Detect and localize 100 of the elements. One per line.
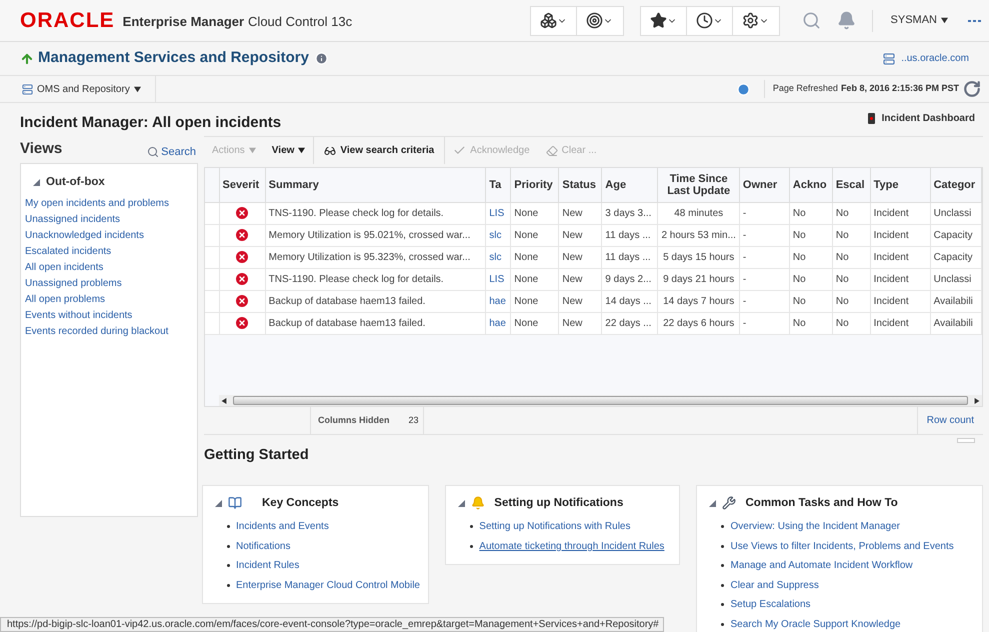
- view-link[interactable]: Events recorded during blackout: [25, 324, 168, 340]
- table-cell: No: [832, 290, 870, 312]
- help-link[interactable]: Clear and Suppress: [730, 578, 819, 593]
- view-link[interactable]: All open problems: [25, 292, 106, 308]
- column-header[interactable]: Escal: [832, 168, 870, 202]
- help-link[interactable]: Use Views to filter Incidents, Problems and Events: [730, 538, 954, 554]
- eraser-icon: [546, 144, 558, 156]
- table-cell: Incident: [870, 268, 930, 290]
- table-cell: None: [510, 312, 559, 334]
- table-cell: Incident: [870, 202, 930, 224]
- target-link[interactable]: LIS: [486, 268, 511, 290]
- search-button[interactable]: [802, 11, 821, 30]
- column-header[interactable]: Age: [602, 168, 658, 202]
- table-cell: No: [789, 268, 832, 290]
- user-menu[interactable]: SYSMAN: [890, 12, 948, 29]
- views-search-link[interactable]: Search: [147, 144, 196, 160]
- view-link[interactable]: Unassigned problems: [25, 276, 122, 292]
- book-icon: [228, 496, 242, 510]
- views-group-title: Out-of-box: [46, 175, 105, 190]
- collapse-icon: [709, 500, 716, 507]
- table-cell: 2 hours 53 min...: [658, 224, 740, 246]
- column-header[interactable]: Type: [870, 168, 930, 202]
- table-cell: No: [789, 312, 832, 334]
- target-icon: [586, 12, 604, 29]
- getting-started-title: Getting Started: [204, 446, 310, 465]
- help-link[interactable]: Incident Rules: [236, 558, 300, 574]
- caret-icon: [298, 147, 306, 154]
- table-cell: No: [832, 312, 870, 334]
- notifications-button[interactable]: [836, 11, 856, 30]
- bullet-icon: [227, 525, 230, 528]
- help-link[interactable]: Manage and Automate Incident Workflow: [730, 558, 913, 574]
- help-link[interactable]: Notifications: [236, 538, 290, 554]
- dashboard-link[interactable]: Incident Dashboard: [882, 111, 975, 126]
- column-header[interactable]: Time Since Last Update: [658, 168, 740, 202]
- column-header[interactable]: Status: [558, 168, 602, 202]
- scroll-right-icon: [974, 398, 980, 404]
- table-cell: 11 days ...: [602, 246, 658, 268]
- column-header[interactable]: Summary: [265, 168, 486, 202]
- table-cell: -: [739, 246, 790, 268]
- table-cell: -: [739, 202, 790, 224]
- target-link[interactable]: slc: [486, 224, 511, 246]
- view-link[interactable]: My open incidents and problems: [25, 196, 169, 212]
- row-count-link[interactable]: Row count: [926, 413, 974, 428]
- column-header[interactable]: Severit: [219, 168, 266, 202]
- scroll-left-icon: [221, 398, 227, 404]
- column-header[interactable]: Categor: [930, 168, 982, 202]
- table-cell: Incident: [870, 224, 930, 246]
- help-link[interactable]: Setting up Notifications with Rules: [479, 519, 630, 534]
- table-cell: Unclassi: [930, 268, 982, 290]
- view-link[interactable]: Escalated incidents: [25, 244, 112, 260]
- table-cell: 14 days 7 hours: [658, 290, 740, 312]
- horizontal-scrollbar[interactable]: [219, 395, 982, 406]
- help-link[interactable]: Enterprise Manager Cloud Control Mobile: [236, 578, 420, 593]
- target-link[interactable]: LIS: [486, 202, 511, 224]
- column-header[interactable]: Owner: [739, 168, 790, 202]
- toolbar-button[interactable]: View: [264, 137, 314, 164]
- table-cell: Unclassi: [930, 202, 982, 224]
- view-link[interactable]: Events without incidents: [25, 308, 132, 324]
- table-cell: Incident: [870, 246, 930, 268]
- view-link[interactable]: All open incidents: [25, 260, 104, 276]
- toolbar-button[interactable]: View search criteria: [313, 137, 446, 164]
- table-cell: Memory Utilization is 95.021%, crossed war...: [265, 224, 486, 246]
- bullet-icon: [227, 584, 230, 587]
- table-cell: -: [739, 268, 790, 290]
- table-cell: 14 days ...: [602, 290, 658, 312]
- help-link[interactable]: Setup Escalations: [730, 597, 811, 612]
- target-link[interactable]: hae: [486, 290, 511, 312]
- table-cell: No: [789, 246, 832, 268]
- columns-hidden-label: Columns Hidden: [318, 414, 390, 427]
- oracle-logo: ORACLE: [20, 8, 115, 34]
- table-cell: 3 days 3...: [602, 202, 658, 224]
- help-link[interactable]: Overview: Using the Incident Manager: [730, 519, 900, 534]
- host-link[interactable]: ..us.oracle.com: [901, 51, 969, 66]
- table-cell: Availabili: [930, 290, 982, 312]
- help-link[interactable]: Automate ticketing through Incident Rules: [479, 538, 664, 554]
- refresh-button[interactable]: [963, 80, 981, 98]
- table-cell: New: [558, 202, 602, 224]
- page-title: Incident Manager: All open incidents: [20, 113, 282, 134]
- target-link[interactable]: slc: [486, 246, 511, 268]
- table-cell: No: [789, 224, 832, 246]
- table-cell: Availabili: [930, 312, 982, 334]
- bullet-icon: [721, 564, 724, 568]
- view-link[interactable]: Unassigned incidents: [25, 212, 120, 228]
- column-header[interactable]: Priority: [510, 168, 559, 202]
- column-header[interactable]: Ackno: [789, 168, 832, 202]
- table-cell: Backup of database haem13 failed.: [265, 312, 486, 334]
- view-link[interactable]: Unacknowledged incidents: [25, 228, 144, 244]
- help-link[interactable]: Incidents and Events: [236, 519, 329, 534]
- table-cell: New: [558, 246, 602, 268]
- target-link[interactable]: hae: [486, 312, 511, 334]
- bullet-icon: [227, 564, 230, 568]
- table-cell: None: [510, 224, 559, 246]
- table-cell: No: [832, 268, 870, 290]
- column-header[interactable]: Ta: [486, 168, 511, 202]
- star-icon: [650, 12, 667, 29]
- target-menu[interactable]: OMS and Repository: [0, 76, 156, 102]
- table-cell: Incident: [870, 290, 930, 312]
- product-edition: Cloud Control 13c: [248, 13, 352, 32]
- help-link[interactable]: Search My Oracle Support Knowledge: [730, 616, 901, 632]
- refresh-label: Page Refreshed: [772, 82, 838, 96]
